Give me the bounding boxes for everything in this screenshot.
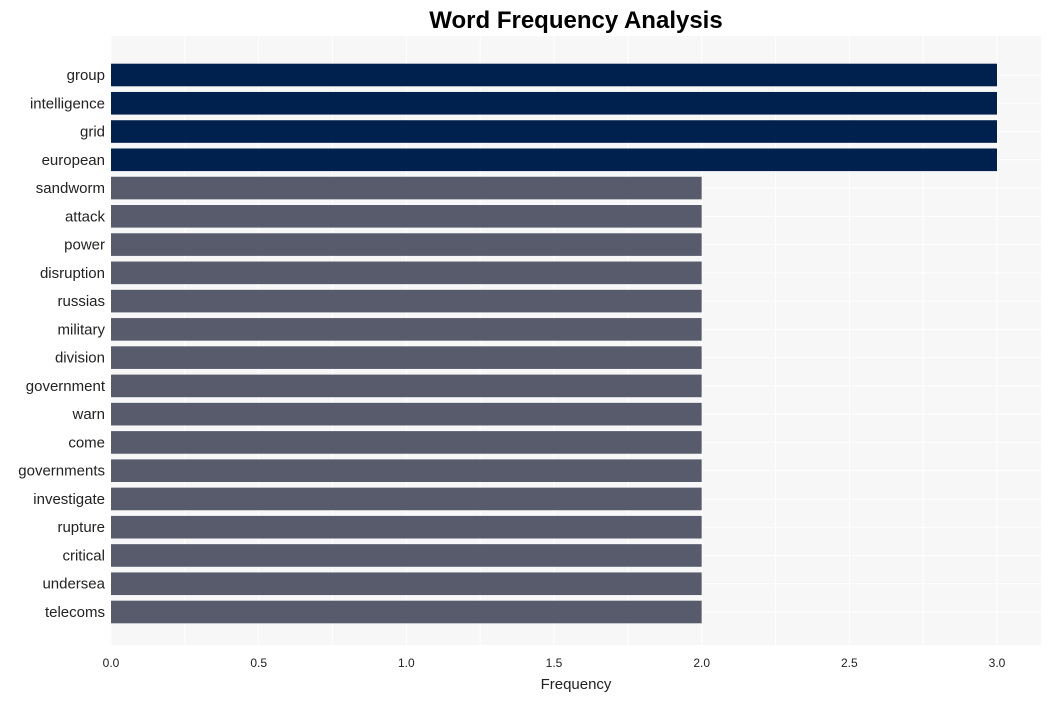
y-tick-label: russias — [57, 293, 105, 310]
bar-group — [111, 63, 997, 87]
bar-sandworm — [111, 176, 702, 200]
y-tick-labels: group intelligence grid european sandworm att… — [18, 67, 106, 621]
x-tick-label: 1.0 — [398, 656, 415, 670]
y-tick-label: rupture — [57, 519, 105, 536]
bar-government — [111, 374, 702, 398]
y-tick-label: power — [64, 237, 105, 254]
bar-intelligence — [111, 91, 997, 115]
y-tick-label: warn — [71, 406, 105, 423]
x-tick-label: 0.0 — [103, 656, 120, 670]
y-tick-label: investigate — [33, 491, 105, 508]
bar-undersea — [111, 572, 702, 596]
bar-come — [111, 431, 702, 454]
y-tick-label: disruption — [40, 265, 105, 282]
y-tick-label: critical — [62, 547, 105, 564]
x-tick-label: 0.5 — [250, 656, 267, 670]
bar-division — [111, 346, 702, 369]
y-tick-label: governments — [18, 463, 105, 480]
y-tick-label: sandworm — [36, 180, 105, 197]
bar-critical — [111, 544, 702, 567]
x-tick-label: 3.0 — [989, 656, 1006, 670]
y-tick-label: come — [68, 434, 105, 451]
y-tick-label: military — [58, 321, 106, 338]
x-tick-label: 2.5 — [841, 656, 858, 670]
bar-grid — [111, 120, 997, 143]
bar-russias — [111, 289, 702, 313]
bar-warn — [111, 402, 702, 426]
y-tick-label: telecoms — [45, 604, 105, 621]
x-tick-labels: 0.0 0.5 1.0 1.5 2.0 2.5 3.0 — [103, 656, 1006, 670]
y-tick-label: undersea — [42, 576, 105, 593]
y-tick-label: government — [26, 378, 106, 395]
bar-european — [111, 148, 997, 172]
bar-investigate — [111, 487, 702, 511]
x-tick-label: 2.0 — [693, 656, 710, 670]
bar-disruption — [111, 261, 702, 285]
y-tick-label: intelligence — [30, 95, 105, 112]
y-tick-label: group — [67, 67, 105, 84]
x-tick-label: 1.5 — [546, 656, 563, 670]
y-tick-label: division — [55, 350, 105, 367]
y-tick-label: european — [42, 152, 105, 169]
y-tick-label: grid — [80, 124, 105, 141]
bar-power — [111, 233, 702, 256]
x-axis-label: Frequency — [541, 676, 612, 693]
bar-rupture — [111, 515, 702, 539]
y-tick-label: attack — [65, 208, 106, 225]
bar-telecoms — [111, 600, 702, 624]
word-frequency-chart: Word Frequency Analysis group intelligenc… — [18, 7, 1041, 693]
bar-governments — [111, 459, 702, 482]
chart-title: Word Frequency Analysis — [429, 7, 722, 34]
bar-attack — [111, 205, 702, 228]
bar-military — [111, 318, 702, 341]
